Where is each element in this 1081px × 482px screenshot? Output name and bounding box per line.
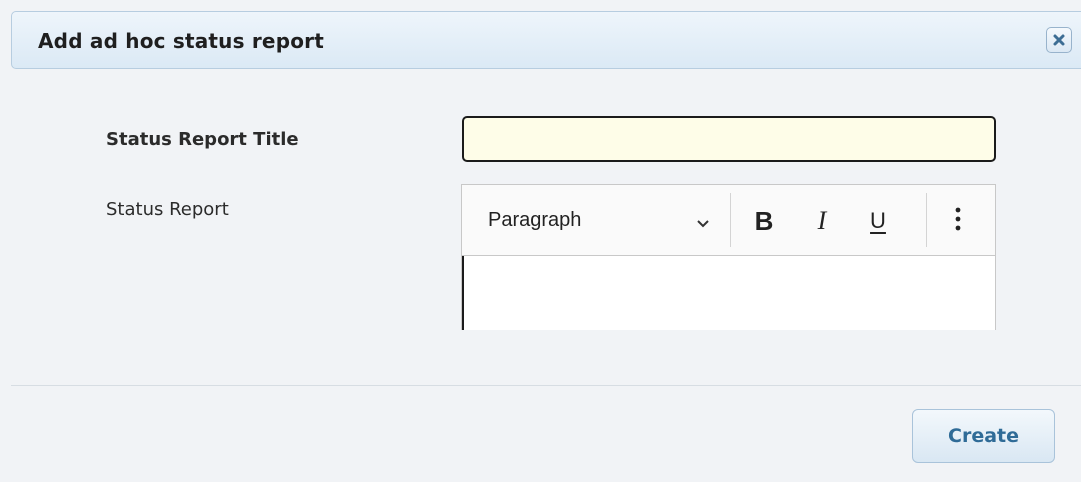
- close-icon: [1052, 33, 1066, 47]
- toolbar-separator: [926, 193, 927, 247]
- block-format-value: Paragraph: [488, 209, 582, 231]
- more-vertical-icon: [955, 207, 961, 235]
- more-options-button[interactable]: [940, 203, 976, 239]
- status-report-editor: Paragraph B I U: [461, 184, 996, 330]
- block-format-dropdown[interactable]: Paragraph: [462, 185, 730, 255]
- underline-button[interactable]: U: [860, 203, 896, 239]
- toolbar-separator: [730, 193, 731, 247]
- editor-content-area[interactable]: [462, 256, 995, 330]
- add-status-report-dialog: Add ad hoc status report Status Report T…: [0, 0, 1081, 482]
- dialog-titlebar: Add ad hoc status report: [11, 11, 1081, 69]
- editor-toolbar: Paragraph B I U: [462, 185, 995, 256]
- create-button[interactable]: Create: [912, 409, 1055, 463]
- footer-divider: [11, 385, 1081, 386]
- bold-button[interactable]: B: [746, 203, 782, 239]
- italic-button[interactable]: I: [804, 203, 840, 239]
- status-report-title-input[interactable]: [462, 116, 996, 162]
- chevron-down-icon: [696, 214, 710, 233]
- status-report-label: Status Report: [106, 199, 229, 220]
- close-button[interactable]: [1046, 27, 1072, 53]
- status-report-title-label: Status Report Title: [106, 129, 299, 150]
- dialog-title: Add ad hoc status report: [38, 29, 324, 53]
